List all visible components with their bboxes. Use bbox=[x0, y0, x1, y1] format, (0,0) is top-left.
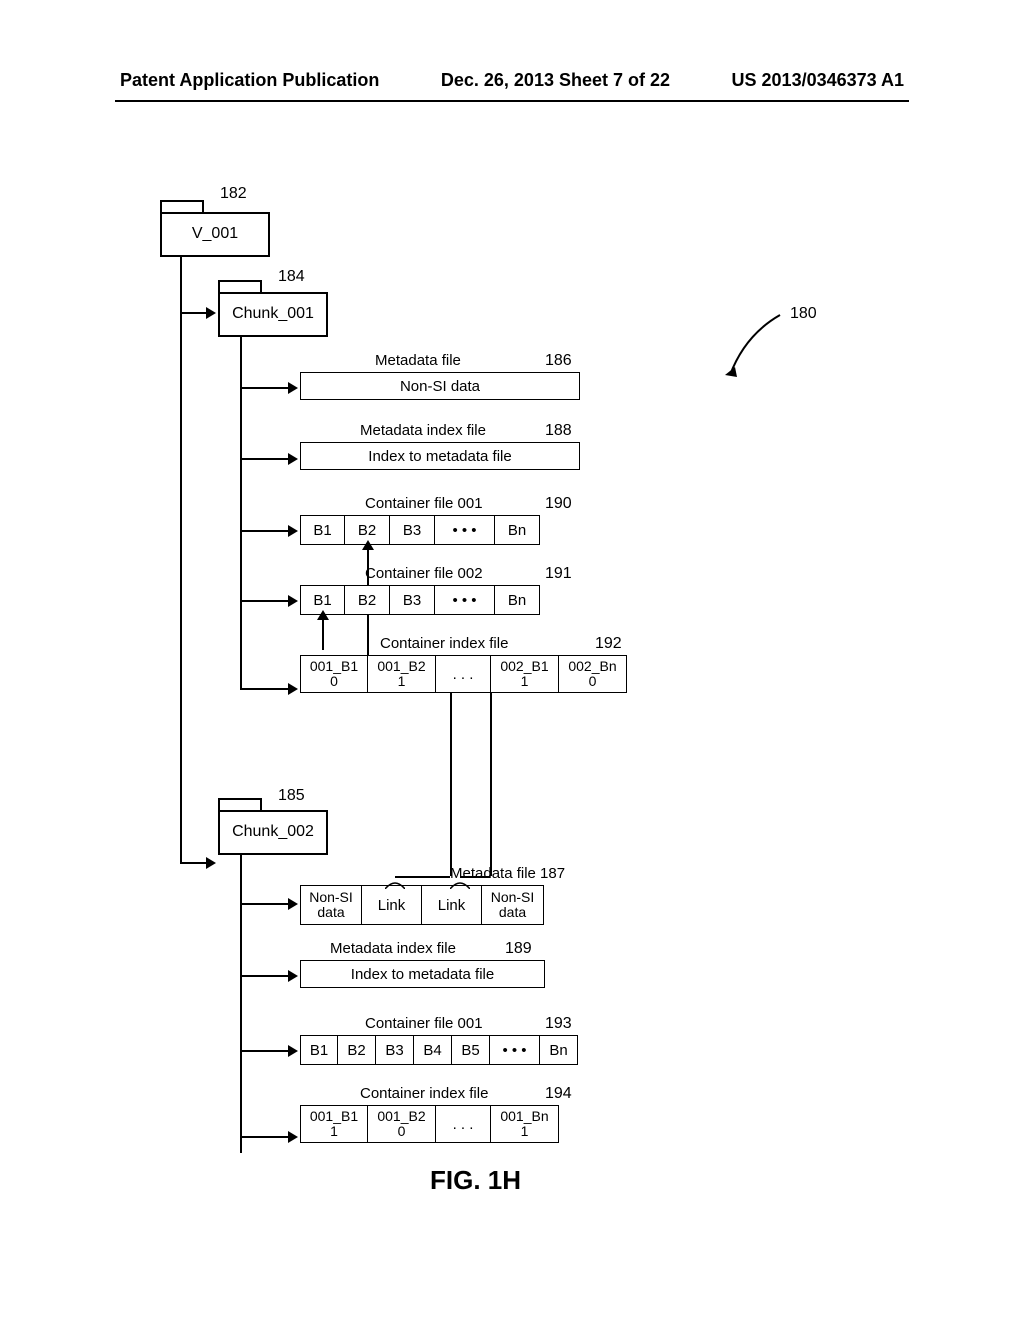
page-header: Patent Application Publication Dec. 26, … bbox=[0, 70, 1024, 91]
vline-191 bbox=[322, 633, 324, 650]
label-metadata-index-188: Metadata index file bbox=[360, 422, 486, 439]
ref-184: 184 bbox=[278, 268, 305, 286]
leader-180 bbox=[725, 315, 785, 385]
ref-180: 180 bbox=[790, 305, 817, 323]
ref-192: 192 bbox=[595, 635, 622, 653]
cell-001-b2: 001_B20 bbox=[368, 1105, 436, 1143]
cell-bn: Bn bbox=[540, 1035, 578, 1065]
folder-chunk001: Chunk_001 bbox=[218, 292, 328, 337]
ref-193: 193 bbox=[545, 1015, 572, 1033]
row-metadata-187: Non-SIdata Link Link Non-SIdata bbox=[300, 885, 544, 925]
cell-dots: . . . bbox=[436, 1105, 491, 1143]
cell-b1: B1 bbox=[300, 515, 345, 545]
uparrow-190-b2 bbox=[367, 548, 369, 563]
metadata-186-content: Non-SI data bbox=[400, 378, 480, 395]
h-connect-b bbox=[460, 876, 490, 878]
metadata-index-188-content: Index to metadata file bbox=[368, 448, 511, 465]
ref-182: 182 bbox=[220, 185, 247, 203]
cell-002-bn: 002_Bn0 bbox=[559, 655, 627, 693]
cell-b2: B2 bbox=[338, 1035, 376, 1065]
cell-dots: • • • bbox=[435, 515, 495, 545]
uparrow-191-b1 bbox=[322, 618, 324, 633]
trunk-main bbox=[180, 257, 182, 862]
label-container-191: Container file 002 bbox=[365, 565, 483, 582]
row-container-193: B1 B2 B3 B4 B5 • • • Bn bbox=[300, 1035, 578, 1065]
cell-b2: B2 bbox=[345, 585, 390, 615]
box-metadata-index-188: Index to metadata file bbox=[300, 442, 580, 470]
label-container-index-194: Container index file bbox=[360, 1085, 488, 1102]
header-left: Patent Application Publication bbox=[120, 70, 379, 91]
ref-191: 191 bbox=[545, 565, 572, 583]
label-metadata-file-186: Metadata file bbox=[375, 352, 461, 369]
folder-chunk002: Chunk_002 bbox=[218, 810, 328, 855]
cell-dots: • • • bbox=[435, 585, 495, 615]
cell-dots: • • • bbox=[490, 1035, 540, 1065]
ref-186: 186 bbox=[545, 352, 572, 370]
ref-194: 194 bbox=[545, 1085, 572, 1103]
row-container-index-194: 001_B11 001_B20 . . . 001_Bn1 bbox=[300, 1105, 559, 1143]
ref-185: 185 bbox=[278, 787, 305, 805]
cell-nonsi-1: Non-SIdata bbox=[300, 885, 362, 925]
folder-v001: V_001 bbox=[160, 212, 270, 257]
curve-link1 bbox=[385, 876, 405, 894]
curve-link2 bbox=[450, 876, 470, 894]
row-container-index-192: 001_B10 001_B21 . . . 002_B11 002_Bn0 bbox=[300, 655, 627, 693]
cell-b3: B3 bbox=[390, 585, 435, 615]
cell-nonsi-2: Non-SIdata bbox=[482, 885, 544, 925]
ref-188: 188 bbox=[545, 422, 572, 440]
h-connect-a bbox=[395, 876, 450, 878]
cell-001-b2: 001_B21 bbox=[368, 655, 436, 693]
header-rule bbox=[115, 100, 909, 102]
cell-b3: B3 bbox=[376, 1035, 414, 1065]
cell-b3: B3 bbox=[390, 515, 435, 545]
cell-001-b1: 001_B11 bbox=[300, 1105, 368, 1143]
cell-bn: Bn bbox=[495, 585, 540, 615]
cell-001-bn: 001_Bn1 bbox=[491, 1105, 559, 1143]
cell-001-b1: 001_B10 bbox=[300, 655, 368, 693]
link-192-to-187-b bbox=[490, 693, 492, 876]
cell-dots: . . . bbox=[436, 655, 491, 693]
label-metadata-index-189: Metadata index file bbox=[330, 940, 456, 957]
label-container-index-192: Container index file bbox=[380, 635, 508, 652]
cell-b4: B4 bbox=[414, 1035, 452, 1065]
row-container-190: B1 B2 B3 • • • Bn bbox=[300, 515, 540, 545]
row-container-191: B1 B2 B3 • • • Bn bbox=[300, 585, 540, 615]
box-metadata-index-189: Index to metadata file bbox=[300, 960, 545, 988]
header-center: Dec. 26, 2013 Sheet 7 of 22 bbox=[441, 70, 670, 91]
cell-b5: B5 bbox=[452, 1035, 490, 1065]
cell-b1: B1 bbox=[300, 1035, 338, 1065]
metadata-index-189-content: Index to metadata file bbox=[351, 966, 494, 983]
box-metadata-186: Non-SI data bbox=[300, 372, 580, 400]
header-right: US 2013/0346373 A1 bbox=[732, 70, 904, 91]
ref-189: 189 bbox=[505, 940, 532, 958]
ref-190: 190 bbox=[545, 495, 572, 513]
figure-label: FIG. 1H bbox=[430, 1165, 521, 1196]
cell-002-b1: 002_B11 bbox=[491, 655, 559, 693]
label-container-190: Container file 001 bbox=[365, 495, 483, 512]
folder-chunk002-label: Chunk_002 bbox=[232, 823, 314, 840]
folder-v001-label: V_001 bbox=[192, 225, 238, 242]
folder-chunk001-label: Chunk_001 bbox=[232, 305, 314, 322]
label-container-193: Container file 001 bbox=[365, 1015, 483, 1032]
cell-bn: Bn bbox=[495, 515, 540, 545]
link-192-to-187-a bbox=[450, 693, 452, 876]
